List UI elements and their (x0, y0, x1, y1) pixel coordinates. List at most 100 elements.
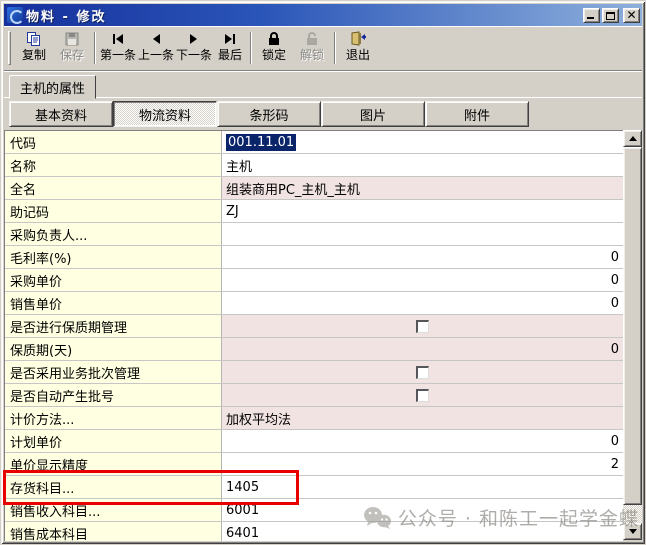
field-value[interactable] (222, 315, 623, 337)
toolbar-separator (250, 32, 252, 64)
field-label: 毛利率(%) (5, 246, 222, 268)
field-label: 名称 (5, 154, 222, 176)
exit-button[interactable]: 退出 (339, 28, 377, 68)
unlock-icon (305, 30, 319, 47)
field-value[interactable]: 主机 (222, 154, 623, 176)
field-label: 助记码 (5, 200, 222, 222)
table-row: 是否采用业务批次管理 (5, 361, 623, 384)
field-value[interactable]: 0 (222, 338, 623, 360)
first-record-label: 第一条 (100, 47, 136, 63)
table-row: 代码001.11.01 (5, 131, 623, 154)
lock-icon (267, 30, 281, 47)
save-label: 保存 (60, 47, 84, 63)
field-value[interactable] (222, 223, 623, 245)
material-modify-window: 物料 - 修改 ✕ 复制 保存 第一条 (0, 0, 646, 545)
scrollbar-thumb[interactable] (623, 147, 642, 505)
copy-icon (26, 30, 42, 47)
field-label: 销售收入科目... (5, 499, 222, 521)
checkbox[interactable] (416, 320, 429, 333)
vertical-scrollbar[interactable] (623, 130, 642, 540)
field-value[interactable]: 6401 (222, 522, 623, 541)
maximize-icon (606, 12, 615, 20)
maximize-button[interactable] (602, 8, 619, 23)
field-value[interactable]: 加权平均法 (222, 407, 623, 429)
field-label: 采购负责人... (5, 223, 222, 245)
title-bar: 物料 - 修改 ✕ (4, 4, 642, 26)
field-value[interactable]: 0 (222, 269, 623, 291)
next-record-button[interactable]: 下一条 (175, 28, 213, 68)
last-record-button[interactable]: 最后 (213, 28, 247, 68)
field-value[interactable] (222, 361, 623, 383)
field-label: 是否采用业务批次管理 (5, 361, 222, 383)
field-value[interactable]: 1405 (222, 476, 623, 498)
toolbar-separator (334, 32, 336, 64)
table-row: 保质期(天)0 (5, 338, 623, 361)
table-row: 销售单价0 (5, 292, 623, 315)
checkbox[interactable] (416, 389, 429, 402)
subtab-0[interactable]: 基本资料 (9, 101, 113, 127)
table-row: 计价方法...加权平均法 (5, 407, 623, 430)
toolbar-separator (94, 32, 96, 64)
scroll-down-button[interactable] (623, 523, 642, 540)
subtab-3[interactable]: 图片 (321, 101, 425, 127)
scroll-up-button[interactable] (623, 130, 642, 147)
field-label: 是否自动产生批号 (5, 384, 222, 406)
table-row: 存货科目...1405 (5, 476, 623, 499)
table-row: 单价显示精度2 (5, 453, 623, 476)
field-value[interactable]: 2 (222, 453, 623, 475)
save-icon (64, 30, 80, 47)
field-label: 计价方法... (5, 407, 222, 429)
field-value[interactable]: 6001 (222, 499, 623, 521)
field-value[interactable]: 0 (222, 292, 623, 314)
table-row: 采购负责人... (5, 223, 623, 246)
field-value[interactable]: ZJ (222, 200, 623, 222)
table-row: 销售收入科目...6001 (5, 499, 623, 522)
lock-button[interactable]: 锁定 (255, 28, 293, 68)
last-record-icon (223, 30, 237, 47)
table-row: 是否进行保质期管理 (5, 315, 623, 338)
field-label: 销售单价 (5, 292, 222, 314)
app-logo-icon (7, 7, 23, 23)
subtab-4[interactable]: 附件 (425, 101, 529, 127)
table-row: 全名组装商用PC_主机_主机 (5, 177, 623, 200)
field-value[interactable]: 001.11.01 (222, 131, 623, 153)
checkbox[interactable] (416, 366, 429, 379)
property-tab-label: 主机的属性 (20, 78, 85, 97)
field-label: 保质期(天) (5, 338, 222, 360)
field-label: 存货科目... (5, 476, 222, 498)
field-value[interactable]: 0 (222, 430, 623, 452)
next-record-icon (188, 30, 200, 47)
close-button[interactable]: ✕ (623, 8, 640, 23)
table-row: 计划单价0 (5, 430, 623, 453)
field-value[interactable] (222, 384, 623, 406)
field-label: 代码 (5, 131, 222, 153)
minimize-button[interactable] (583, 8, 600, 23)
last-record-label: 最后 (218, 47, 242, 63)
window-title: 物料 - 修改 (26, 6, 583, 25)
subtab-2[interactable]: 条形码 (217, 101, 321, 127)
arrow-down-icon (629, 529, 637, 534)
table-row: 采购单价0 (5, 269, 623, 292)
selected-value-text: 001.11.01 (226, 134, 296, 151)
field-value[interactable]: 组装商用PC_主机_主机 (222, 177, 623, 199)
tab-host-properties[interactable]: 主机的属性 (9, 75, 96, 99)
lock-label: 锁定 (262, 47, 286, 63)
field-label: 是否进行保质期管理 (5, 315, 222, 337)
subtab-1[interactable]: 物流资料 (113, 101, 217, 127)
first-record-icon (111, 30, 125, 47)
save-button[interactable]: 保存 (53, 28, 91, 68)
unlock-button[interactable]: 解锁 (293, 28, 331, 68)
toolbar-grip[interactable] (8, 31, 11, 65)
first-record-button[interactable]: 第一条 (99, 28, 137, 68)
previous-record-icon (150, 30, 162, 47)
unlock-label: 解锁 (300, 47, 324, 63)
previous-record-label: 上一条 (138, 47, 174, 63)
property-tab-strip: 主机的属性 (4, 73, 642, 99)
field-value[interactable]: 0 (222, 246, 623, 268)
table-row: 名称主机 (5, 154, 623, 177)
table-row: 销售成本科目6401 (5, 522, 623, 541)
copy-button[interactable]: 复制 (15, 28, 53, 68)
previous-record-button[interactable]: 上一条 (137, 28, 175, 68)
copy-label: 复制 (22, 47, 46, 63)
subtab-bar: 基本资料物流资料条形码图片附件 (9, 101, 529, 127)
